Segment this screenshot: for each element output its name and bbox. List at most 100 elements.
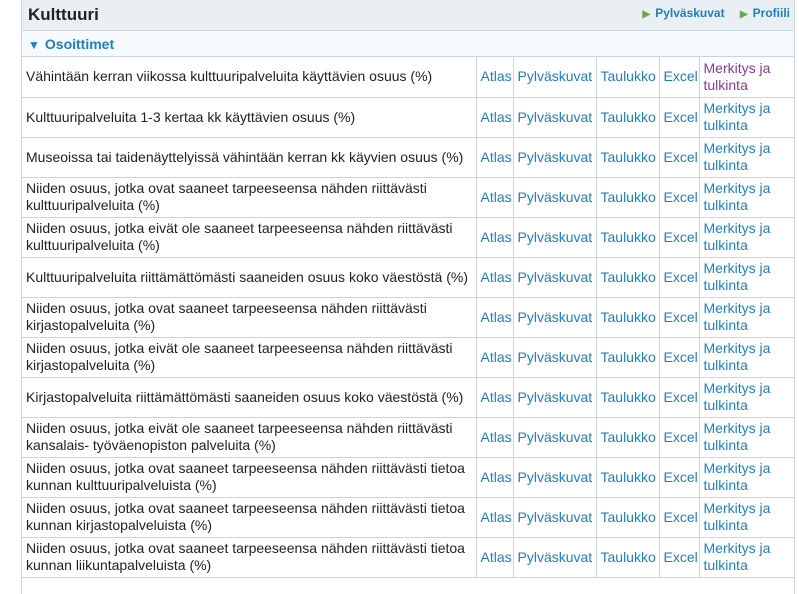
excel-link[interactable]: Excel — [664, 349, 698, 365]
atlas-link[interactable]: Atlas — [481, 549, 512, 565]
meaning-link[interactable]: Merkitys ja tulkinta — [704, 220, 771, 253]
atlas-link[interactable]: Atlas — [481, 349, 512, 365]
bar-charts-link[interactable]: Pylväskuvat — [518, 349, 593, 365]
excel-link-cell: Excel — [659, 257, 700, 298]
table-link[interactable]: Taulukko — [601, 229, 656, 245]
meaning-link[interactable]: Merkitys ja tulkinta — [704, 380, 771, 413]
table-link-cell: Taulukko — [596, 377, 660, 418]
atlas-link-cell: Atlas — [476, 177, 514, 218]
header-link-bar-charts[interactable]: ▶ Pylväskuvat — [643, 6, 725, 20]
excel-link-cell: Excel — [659, 337, 700, 378]
atlas-link[interactable]: Atlas — [481, 429, 512, 445]
excel-link[interactable]: Excel — [664, 389, 698, 405]
meaning-link[interactable]: Merkitys ja tulkinta — [704, 340, 771, 373]
meaning-link[interactable]: Merkitys ja tulkinta — [704, 100, 771, 133]
atlas-link[interactable]: Atlas — [481, 309, 512, 325]
table-link-cell: Taulukko — [596, 337, 660, 378]
indicators-section-header: ▼ Osoittimet — [22, 31, 794, 57]
table-row: Kirjastopalveluita riittämättömästi saan… — [22, 377, 794, 418]
atlas-link[interactable]: Atlas — [481, 68, 512, 84]
indicators-toggle[interactable]: ▼ Osoittimet — [28, 36, 114, 52]
meaning-link[interactable]: Merkitys ja tulkinta — [704, 460, 771, 493]
indicator-name: Niiden osuus, jotka ovat saaneet tarpees… — [22, 177, 477, 218]
atlas-link[interactable]: Atlas — [481, 389, 512, 405]
header-link-profile[interactable]: ▶ Profiili — [740, 6, 790, 20]
meaning-link-cell: Merkitys ja tulkinta — [699, 457, 794, 498]
atlas-link-cell: Atlas — [476, 257, 514, 298]
table-link[interactable]: Taulukko — [601, 349, 656, 365]
table-link[interactable]: Taulukko — [601, 189, 656, 205]
bar-charts-link[interactable]: Pylväskuvat — [518, 109, 593, 125]
bar-charts-link[interactable]: Pylväskuvat — [518, 269, 593, 285]
bar-charts-link[interactable]: Pylväskuvat — [518, 229, 593, 245]
table-link[interactable]: Taulukko — [601, 469, 656, 485]
excel-link[interactable]: Excel — [664, 509, 698, 525]
bar-charts-link[interactable]: Pylväskuvat — [518, 389, 593, 405]
table-link-cell: Taulukko — [596, 457, 660, 498]
table-link[interactable]: Taulukko — [601, 509, 656, 525]
meaning-link-cell: Merkitys ja tulkinta — [699, 337, 794, 378]
meaning-link[interactable]: Merkitys ja tulkinta — [704, 500, 771, 533]
table-link[interactable]: Taulukko — [601, 429, 656, 445]
table-row: Niiden osuus, jotka ovat saaneet tarpees… — [22, 537, 794, 578]
bar-charts-link[interactable]: Pylväskuvat — [518, 509, 593, 525]
meaning-link[interactable]: Merkitys ja tulkinta — [704, 300, 771, 333]
excel-link-cell: Excel — [659, 377, 700, 418]
atlas-link-cell: Atlas — [476, 297, 514, 338]
excel-link-cell: Excel — [659, 217, 700, 258]
excel-link[interactable]: Excel — [664, 309, 698, 325]
bar-charts-link-cell: Pylväskuvat — [513, 57, 597, 98]
atlas-link[interactable]: Atlas — [481, 109, 512, 125]
atlas-link[interactable]: Atlas — [481, 229, 512, 245]
bar-charts-link[interactable]: Pylväskuvat — [518, 469, 593, 485]
excel-link[interactable]: Excel — [664, 189, 698, 205]
atlas-link[interactable]: Atlas — [481, 509, 512, 525]
indicator-name: Niiden osuus, jotka ovat saaneet tarpees… — [22, 497, 477, 538]
meaning-link[interactable]: Merkitys ja tulkinta — [704, 60, 771, 93]
atlas-link[interactable]: Atlas — [481, 149, 512, 165]
meaning-link-cell: Merkitys ja tulkinta — [699, 297, 794, 338]
indicator-name: Niiden osuus, jotka ovat saaneet tarpees… — [22, 457, 477, 498]
meaning-link-cell: Merkitys ja tulkinta — [699, 57, 794, 98]
excel-link[interactable]: Excel — [664, 68, 698, 84]
excel-link-cell: Excel — [659, 417, 700, 458]
meaning-link[interactable]: Merkitys ja tulkinta — [704, 420, 771, 453]
bar-charts-link-cell: Pylväskuvat — [513, 257, 597, 298]
atlas-link[interactable]: Atlas — [481, 469, 512, 485]
table-link[interactable]: Taulukko — [601, 269, 656, 285]
bar-charts-link[interactable]: Pylväskuvat — [518, 429, 593, 445]
meaning-link-cell: Merkitys ja tulkinta — [699, 417, 794, 458]
bar-charts-link[interactable]: Pylväskuvat — [518, 68, 593, 84]
meaning-link[interactable]: Merkitys ja tulkinta — [704, 140, 771, 173]
meaning-link[interactable]: Merkitys ja tulkinta — [704, 260, 771, 293]
table-link[interactable]: Taulukko — [601, 389, 656, 405]
table-link[interactable]: Taulukko — [601, 149, 656, 165]
bar-charts-link-cell: Pylväskuvat — [513, 497, 597, 538]
table-link[interactable]: Taulukko — [601, 549, 656, 565]
table-row: Niiden osuus, jotka ovat saaneet tarpees… — [22, 297, 794, 338]
bar-charts-link[interactable]: Pylväskuvat — [518, 149, 593, 165]
indicators-table: Vähintään kerran viikossa kulttuuripalve… — [22, 57, 794, 578]
meaning-link[interactable]: Merkitys ja tulkinta — [704, 540, 771, 573]
atlas-link[interactable]: Atlas — [481, 269, 512, 285]
meaning-link[interactable]: Merkitys ja tulkinta — [704, 180, 771, 213]
play-arrow-icon: ▶ — [739, 9, 748, 20]
table-link[interactable]: Taulukko — [601, 109, 656, 125]
excel-link[interactable]: Excel — [664, 549, 698, 565]
meaning-link-cell: Merkitys ja tulkinta — [699, 177, 794, 218]
table-link[interactable]: Taulukko — [601, 68, 656, 84]
excel-link[interactable]: Excel — [664, 149, 698, 165]
bar-charts-link[interactable]: Pylväskuvat — [518, 309, 593, 325]
excel-link[interactable]: Excel — [664, 469, 698, 485]
bar-charts-link-cell: Pylväskuvat — [513, 97, 597, 138]
table-link[interactable]: Taulukko — [601, 309, 656, 325]
table-row: Niiden osuus, jotka ovat saaneet tarpees… — [22, 177, 794, 218]
excel-link[interactable]: Excel — [664, 269, 698, 285]
atlas-link[interactable]: Atlas — [481, 189, 512, 205]
bar-charts-link[interactable]: Pylväskuvat — [518, 549, 593, 565]
bar-charts-link[interactable]: Pylväskuvat — [518, 189, 593, 205]
excel-link[interactable]: Excel — [664, 109, 698, 125]
excel-link[interactable]: Excel — [664, 229, 698, 245]
bar-charts-link-cell: Pylväskuvat — [513, 337, 597, 378]
excel-link[interactable]: Excel — [664, 429, 698, 445]
